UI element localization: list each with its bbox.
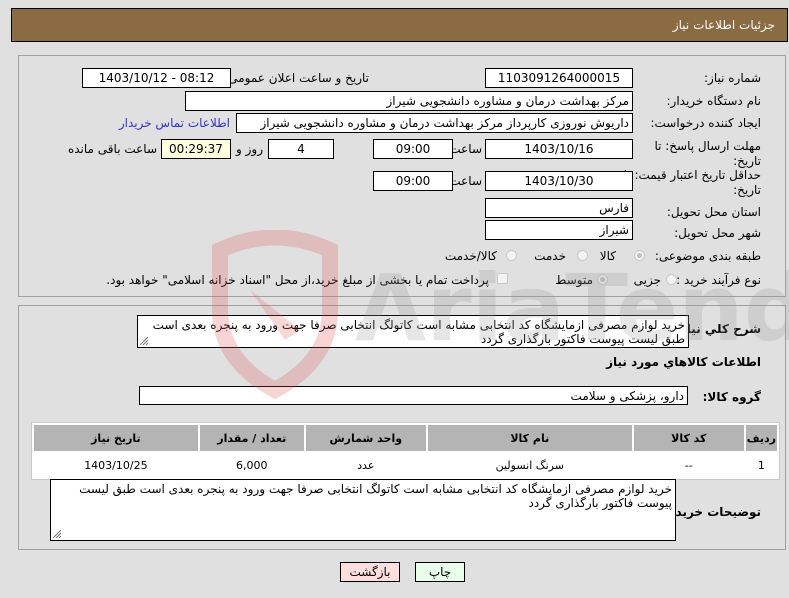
resize-grip-icon[interactable] [53, 530, 61, 538]
items-table-header: ردیف کد کالا نام کالا واحد شمارش تعداد /… [34, 425, 777, 451]
price-validity-time-field: 09:00 [373, 171, 453, 191]
cell-code: -- [633, 453, 744, 477]
goods-group-field: دارو، پزشکی و سلامت [139, 386, 688, 405]
cell-qty: 6,000 [199, 453, 304, 477]
price-validity-date-field: 1403/10/30 [485, 171, 633, 191]
category-label: طبقه بندی موضوعی: [654, 249, 761, 263]
city-field: شیراز [485, 220, 633, 240]
cell-unit: عدد [305, 453, 426, 477]
print-button[interactable]: چاپ [415, 562, 465, 582]
province-label: استان محل تحویل: [666, 205, 761, 219]
need-number-field: 1103091264000015 [485, 68, 633, 88]
announce-datetime-label: تاریخ و ساعت اعلان عمومی: [224, 71, 369, 85]
need-number-label: شماره نیاز: [704, 71, 761, 85]
purchase-option-medium: متوسط [555, 273, 593, 287]
treasury-payment-note: پرداخت تمام یا بخشی از مبلغ خرید،از محل … [106, 273, 489, 287]
category-option-both: کالا/خدمت [444, 249, 497, 263]
reply-time-label: ساعت [449, 142, 482, 156]
col-row: ردیف [745, 425, 777, 451]
requester-field: داریوش نوروزی کارپرداز مرکز بهداشت درمان… [236, 113, 633, 133]
summary-text: خرید لوازم مصرفی ازمایشگاه کد انتخابی مش… [152, 318, 685, 346]
buyer-notes-text: خرید لوازم مصرفی ازمایشگاه کد انتخابی مش… [79, 482, 672, 510]
goods-section-title: اطلاعات کالاهاي مورد نياز [606, 355, 761, 369]
items-table-wrapper: ردیف کد کالا نام کالا واحد شمارش تعداد /… [31, 422, 780, 480]
category-option-service: خدمت [534, 249, 566, 263]
buyer-notes-textarea[interactable]: خرید لوازم مصرفی ازمایشگاه کد انتخابی مش… [50, 479, 676, 541]
remaining-days-field: 4 [268, 139, 334, 159]
cell-name: سرنگ انسولین [427, 453, 632, 477]
buyer-org-label: نام دستگاه خریدار: [666, 94, 762, 108]
price-validity-time-label: ساعت [449, 174, 482, 188]
goods-group-label: گروه کالا: [702, 390, 761, 404]
cell-row: 1 [745, 453, 777, 477]
purchase-type-label: نوع فرآیند خرید : [676, 273, 761, 287]
resize-grip-icon[interactable] [140, 337, 148, 345]
category-option-goods: کالا [599, 249, 616, 263]
category-radio-service[interactable] [577, 250, 588, 261]
reply-date-field: 1403/10/16 [485, 139, 633, 159]
treasury-payment-checkbox[interactable] [497, 273, 508, 284]
province-field: فارس [485, 198, 633, 218]
purchase-radio-medium[interactable] [597, 274, 608, 285]
remaining-time-field: 00:29:37 [161, 139, 231, 159]
items-table: ردیف کد کالا نام کالا واحد شمارش تعداد /… [32, 423, 779, 479]
cell-date: 1403/10/25 [34, 453, 198, 477]
col-qty: تعداد / مقدار [199, 425, 304, 451]
reply-deadline-label: مهلت ارسال پاسخ: تا [654, 139, 761, 153]
price-validity-label: حداقل تاریخ اعتبار قیمت: تا [623, 168, 761, 182]
category-radio-both[interactable] [506, 250, 517, 261]
col-code: کد کالا [633, 425, 744, 451]
buyer-contact-link[interactable]: اطلاعات تماس خریدار [119, 116, 230, 130]
purchase-option-minor: جزیی [633, 273, 661, 287]
page-title: جزئیات اطلاعات نیاز [672, 18, 775, 32]
price-validity-label-2: تاریخ: [733, 183, 761, 197]
requester-label: ایجاد کننده درخواست: [650, 116, 761, 130]
page-header: جزئیات اطلاعات نیاز [11, 8, 788, 42]
announce-datetime-field: 1403/10/12 - 08:12 [82, 68, 231, 88]
reply-time-field: 09:00 [373, 139, 453, 159]
days-label: روز و [236, 142, 263, 156]
col-unit: واحد شمارش [305, 425, 426, 451]
col-name: نام کالا [427, 425, 632, 451]
buyer-org-field: مرکز بهداشت درمان و مشاوره دانشجویی شیرا… [185, 91, 633, 111]
remaining-label: ساعت باقی مانده [67, 142, 157, 156]
back-button[interactable]: بازگشت [340, 562, 400, 582]
reply-deadline-label-2: تاریخ: [733, 154, 761, 168]
category-radio-goods[interactable] [634, 250, 645, 261]
city-label: شهر محل تحویل: [674, 226, 761, 240]
summary-textarea[interactable]: خرید لوازم مصرفی ازمایشگاه کد انتخابی مش… [137, 315, 689, 348]
table-row: 1 -- سرنگ انسولین عدد 6,000 1403/10/25 [34, 453, 777, 477]
purchase-radio-minor[interactable] [666, 274, 677, 285]
col-date: تاریخ نیاز [34, 425, 198, 451]
